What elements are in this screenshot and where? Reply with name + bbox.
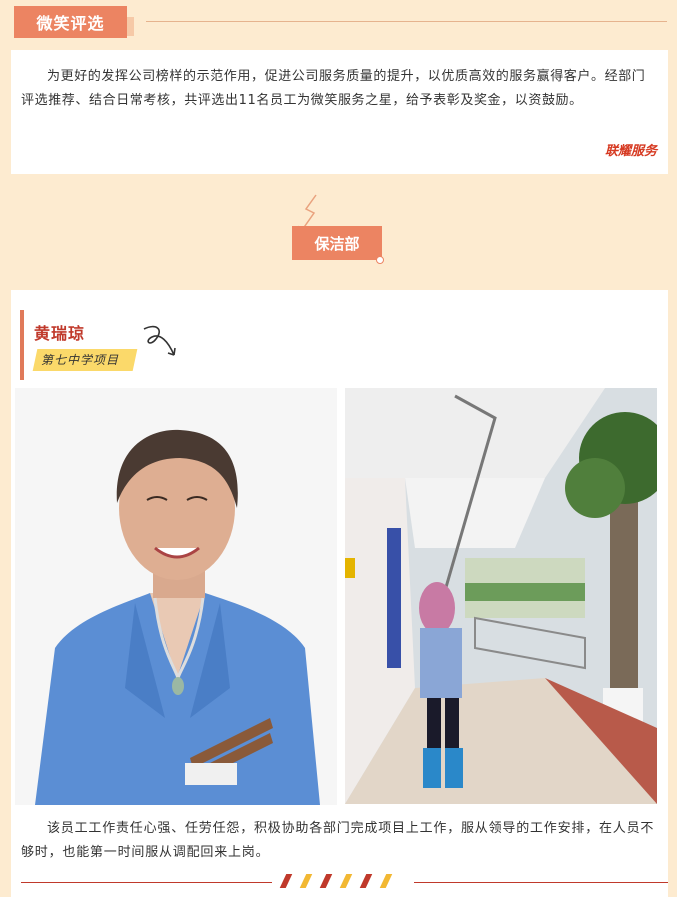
intro-card: 为更好的发挥公司榜样的示范作用，促进公司服务质量的提升，以优质高效的服务赢得客户… — [11, 50, 668, 174]
footer-divider-right — [414, 882, 668, 883]
header-divider — [146, 21, 667, 22]
staff-name: 黄瑞琼 — [34, 324, 86, 343]
footer-slash — [279, 874, 293, 888]
staff-description: 该员工工作责任心强、任劳任怨，积极协助各部门完成项目上工作，服从领导的工作安排，… — [21, 821, 655, 860]
footer-slash — [359, 874, 373, 888]
staff-card: 黄瑞琼 第七中学项目 该员工工作责任心强、任劳任怨，积极协助各部门完成项目上工作… — [11, 290, 668, 897]
project-tag: 第七中学项目 — [41, 353, 120, 367]
footer-slash — [319, 874, 333, 888]
footer-slash — [299, 874, 313, 888]
portrait-photo — [15, 388, 337, 805]
footer-slash — [339, 874, 353, 888]
name-accent-bar — [20, 310, 24, 380]
work-photo — [345, 388, 657, 804]
department-dot — [376, 256, 384, 264]
signature: 联耀服务 — [604, 144, 657, 159]
intro-text: 为更好的发挥公司榜样的示范作用，促进公司服务质量的提升，以优质高效的服务赢得客户… — [21, 69, 646, 108]
department-label: 保洁部 — [292, 226, 382, 260]
swirl-arrow-icon — [143, 325, 176, 356]
footer-slash — [379, 874, 393, 888]
section-title: 微笑评选 — [14, 6, 127, 38]
footer-divider-left — [21, 882, 272, 883]
